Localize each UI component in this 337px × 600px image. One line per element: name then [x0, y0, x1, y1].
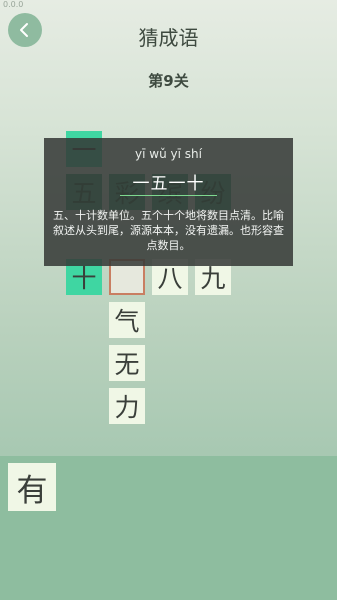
level-label: 第9关 — [148, 72, 189, 90]
answer-tray: 有 — [0, 456, 337, 600]
page-title: 猜成语 — [138, 26, 199, 50]
idiom-text: 一五一十 — [132, 174, 205, 194]
grid-cell[interactable]: 力 — [109, 388, 145, 424]
idiom-description: 五、十计数单位。五个十个地将数目点清。比喻叙述从头到尾，源源本本，没有遗漏。也形… — [53, 209, 284, 252]
status-text: 0.0.0 — [3, 0, 24, 9]
idiom-tooltip: yī wǔ yī shí 一五一十 五、十计数单位。五个十个地将数目点清。比喻叙… — [44, 138, 293, 266]
grid-cell[interactable]: 无 — [109, 345, 145, 381]
answer-tile[interactable]: 有 — [8, 463, 56, 511]
tooltip-divider — [120, 195, 217, 196]
grid-cell[interactable]: 气 — [109, 302, 145, 338]
idiom-pinyin: yī wǔ yī shí — [135, 147, 202, 161]
